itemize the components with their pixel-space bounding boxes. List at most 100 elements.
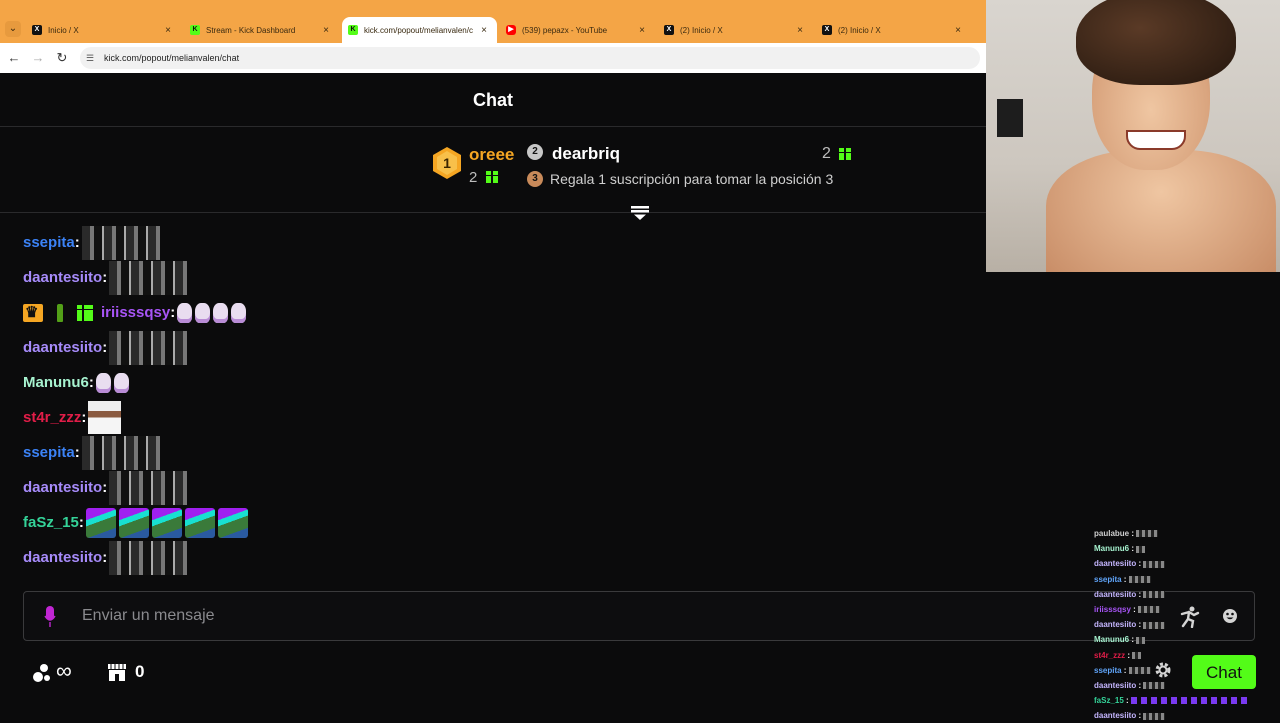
username-separator: : — [1130, 604, 1139, 614]
username-separator: : — [88, 374, 94, 391]
overlay-chat-message: ssepita : — [1094, 663, 1274, 678]
chat-username[interactable]: faSz_15 — [23, 514, 79, 531]
kick-icon: K — [348, 25, 358, 35]
username-separator: : — [1121, 574, 1129, 584]
overlay-username: Manunu6 — [1094, 544, 1130, 554]
collapse-leaderboard-icon[interactable] — [630, 205, 650, 221]
emote-image — [109, 330, 188, 365]
chat-username[interactable]: ssepita — [23, 444, 75, 461]
chat-title: Chat — [473, 90, 513, 110]
browser-tab[interactable]: X (2) Inicio / X × — [658, 17, 813, 43]
browser-tab[interactable]: X Inicio / X × — [26, 17, 181, 43]
svg-text:1: 1 — [443, 155, 451, 171]
overlay-chat-message: daantesiito : — [1094, 678, 1274, 693]
chat-username[interactable]: Manunu6 — [23, 374, 89, 391]
chat-username[interactable]: iriisssqsy — [101, 304, 170, 321]
emote-image — [109, 470, 188, 505]
overlay-emote — [1143, 560, 1166, 568]
x-icon: X — [32, 25, 42, 35]
tab-close-icon[interactable]: × — [793, 25, 807, 36]
tab-search-chevron-icon[interactable]: ⌄ — [5, 21, 21, 37]
tab-label: (539) pepazx - YouTube — [522, 25, 608, 35]
username-separator: : — [102, 479, 108, 496]
frog-emote — [217, 507, 248, 538]
cat-emote — [213, 302, 229, 323]
url-field[interactable]: ☰ kick.com/popout/melianvalen/chat — [80, 47, 980, 69]
overlay-emote — [1143, 591, 1166, 599]
username-separator: : — [102, 339, 108, 356]
tab-close-icon[interactable]: × — [161, 25, 175, 36]
browser-tab[interactable]: Kkick.com/popout/melianvalen/c × — [342, 17, 497, 43]
chat-username[interactable]: daantesiito — [23, 549, 102, 566]
overlay-username: Manunu6 — [1094, 635, 1130, 645]
chat-message: iriisssqsy: — [23, 295, 723, 330]
overlay-emote — [1128, 575, 1151, 583]
chat-username[interactable]: st4r_zzz — [23, 409, 81, 426]
overlay-username: paulabue — [1094, 529, 1130, 538]
tab-close-icon[interactable]: × — [635, 25, 649, 36]
microphone-icon[interactable] — [44, 606, 56, 628]
username-separator: : — [1129, 635, 1137, 645]
username-separator: : — [1125, 650, 1133, 660]
cat-emote — [195, 302, 211, 323]
overlay-emote — [1143, 621, 1166, 629]
frog-emote — [184, 507, 215, 538]
overlay-chat-message: Manunu6 : — [1094, 541, 1274, 556]
rank-1-username[interactable]: oreee — [469, 145, 514, 165]
overlay-chat-message: daantesiito : — [1094, 617, 1274, 632]
url-text: kick.com/popout/melianvalen/chat — [104, 53, 240, 63]
site-info-icon[interactable]: ☰ — [86, 47, 100, 69]
tab-label: Inicio / X — [48, 25, 79, 35]
cat-emote — [231, 302, 247, 323]
chat-header: Chat — [0, 74, 986, 127]
overlay-chat-message: Manunu6 : — [1094, 632, 1274, 647]
chat-username[interactable]: daantesiito — [23, 479, 102, 496]
overlay-username: daantesiito — [1094, 680, 1137, 690]
rank-2-username[interactable]: dearbriq — [552, 144, 620, 164]
chat-username[interactable]: daantesiito — [23, 339, 102, 356]
cat-emote — [113, 372, 129, 393]
chat-message: daantesiito: — [23, 470, 723, 505]
frog-emote — [85, 507, 116, 538]
rank-2-gift-count: 2 — [822, 145, 831, 162]
streamer-hair — [1076, 0, 1236, 85]
channel-points-icon[interactable] — [32, 663, 52, 683]
browser-tab[interactable]: K Stream - Kick Dashboard × — [184, 17, 339, 43]
chat-username[interactable]: ssepita — [23, 234, 75, 251]
back-arrow-icon[interactable]: ← — [6, 50, 22, 66]
frog-emote — [151, 507, 182, 538]
rank-2-badge-icon: 2 — [527, 144, 543, 160]
chat-input[interactable]: Enviar un mensaje — [23, 591, 1255, 641]
kick-icon: K — [190, 25, 200, 35]
overlay-chat-message: daantesiito : — [1094, 556, 1274, 571]
tab-label: (2) Inicio / X — [680, 25, 723, 35]
browser-tab[interactable]: ▶ (539) pepazx - YouTube × — [500, 17, 655, 43]
x-icon: X — [664, 25, 674, 35]
bottle-icon — [57, 303, 63, 322]
tab-close-icon[interactable]: × — [477, 25, 491, 36]
username-separator: : — [78, 514, 84, 531]
gift-icon — [486, 171, 498, 183]
username-separator: : — [170, 304, 176, 321]
gift-leaderboard: 1 oreee 2 2 dearbriq 2 3 Regala 1 suscri… — [0, 127, 986, 213]
cat-emote — [95, 372, 111, 393]
tab-close-icon[interactable]: × — [951, 25, 965, 36]
x-icon: X — [822, 25, 832, 35]
username-separator: : — [74, 444, 80, 461]
store-icon[interactable] — [107, 662, 127, 682]
chat-message: faSz_15: — [23, 505, 723, 540]
reload-icon[interactable]: ↻ — [54, 50, 70, 66]
emote-image — [81, 225, 160, 260]
streamer-smile — [1126, 130, 1186, 150]
overlay-username: iriisssqsy — [1094, 604, 1131, 614]
stream-overlay-chat: paulabue : Manunu6 : daantesiito : ssepi… — [1094, 526, 1274, 723]
forward-arrow-icon[interactable]: → — [30, 50, 46, 66]
username-separator: : — [1121, 665, 1129, 675]
username-separator: : — [1136, 680, 1144, 690]
chat-username[interactable]: daantesiito — [23, 269, 102, 286]
username-separator: : — [1136, 620, 1144, 630]
tab-close-icon[interactable]: × — [319, 25, 333, 36]
chat-message: st4r_zzz: — [23, 400, 723, 435]
browser-tab[interactable]: X (2) Inicio / X × — [816, 17, 971, 43]
youtube-icon: ▶ — [506, 25, 516, 35]
